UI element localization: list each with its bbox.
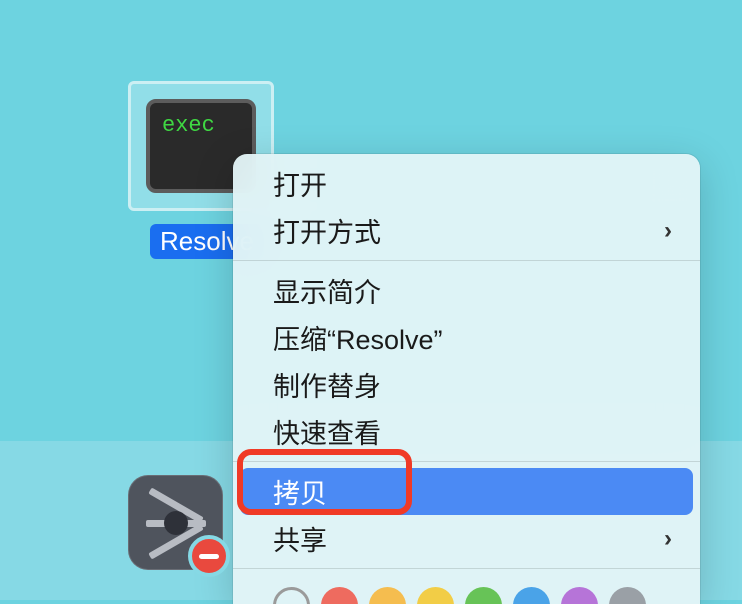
dock-app-davinci-resolve[interactable] (128, 475, 223, 570)
menu-item-label: 快速查看 (273, 412, 381, 451)
menu-item-copy[interactable]: 拷贝 (240, 468, 693, 515)
remove-badge-icon (188, 535, 230, 577)
chevron-right-icon: › (664, 525, 672, 553)
menu-item-label: 压缩“Resolve” (273, 318, 443, 357)
tag-color-gray[interactable] (609, 587, 646, 604)
tag-color-purple[interactable] (561, 587, 598, 604)
menu-item-make-alias[interactable]: 制作替身 (233, 361, 700, 408)
menu-item-label: 打开方式 (273, 211, 381, 250)
menu-separator (233, 260, 700, 261)
menu-item-label: 共享 (273, 519, 327, 558)
menu-separator (233, 568, 700, 569)
menu-separator (233, 461, 700, 462)
menu-item-open-with[interactable]: 打开方式 › (233, 207, 700, 254)
tag-color-orange[interactable] (369, 587, 406, 604)
menu-item-compress[interactable]: 压缩“Resolve” (233, 314, 700, 361)
menu-item-label: 打开 (273, 164, 327, 203)
tag-color-yellow[interactable] (417, 587, 454, 604)
menu-item-quick-look[interactable]: 快速查看 (233, 408, 700, 455)
exec-icon-text: exec (162, 113, 215, 138)
tag-color-blue[interactable] (513, 587, 550, 604)
tag-color-none[interactable] (273, 587, 310, 604)
menu-item-label: 制作替身 (273, 365, 381, 404)
menu-item-share[interactable]: 共享 › (233, 515, 700, 562)
tag-color-red[interactable] (321, 587, 358, 604)
menu-item-open[interactable]: 打开 (233, 160, 700, 207)
menu-item-label: 拷贝 (273, 472, 327, 511)
context-menu: 打开 打开方式 › 显示简介 压缩“Resolve” 制作替身 快速查看 拷贝 … (233, 154, 700, 604)
chevron-right-icon: › (664, 217, 672, 245)
tag-color-green[interactable] (465, 587, 502, 604)
menu-item-label: 显示简介 (273, 271, 381, 310)
menu-item-get-info[interactable]: 显示简介 (233, 267, 700, 314)
